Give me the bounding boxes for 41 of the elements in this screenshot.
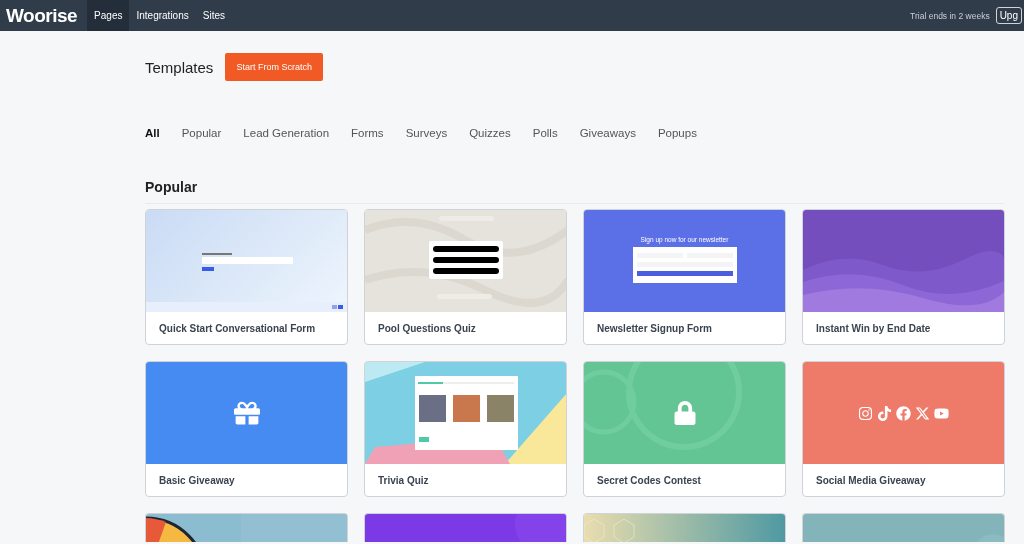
tiktok-icon bbox=[877, 405, 892, 421]
lock-icon bbox=[672, 401, 697, 425]
template-title: Quick Start Conversational Form bbox=[158, 321, 317, 336]
nav-link[interactable]: Pages bbox=[87, 0, 130, 31]
category-tab[interactable]: Popular bbox=[181, 127, 222, 139]
template-title: Pool Questions Quiz bbox=[377, 321, 477, 336]
template-title: Secret Codes Contest bbox=[596, 473, 702, 488]
category-tab[interactable]: Forms bbox=[351, 127, 384, 139]
template-title: Newsletter Signup Form bbox=[596, 321, 713, 336]
category-tab[interactable]: Lead Generation bbox=[243, 127, 330, 139]
category-tab[interactable]: Giveaways bbox=[579, 127, 636, 139]
template-card[interactable] bbox=[364, 513, 567, 542]
template-card[interactable]: Trivia Quiz bbox=[364, 361, 567, 497]
template-title: Instant Win by End Date bbox=[815, 321, 932, 336]
page-title: Templates bbox=[145, 58, 214, 76]
template-card[interactable]: Pool Questions Quiz bbox=[364, 209, 567, 345]
category-tab[interactable]: Popups bbox=[657, 127, 697, 139]
category-tab[interactable]: Polls bbox=[532, 127, 558, 139]
logo[interactable]: Woorise bbox=[0, 0, 88, 31]
template-title: Social Media Giveaway bbox=[815, 473, 927, 488]
instagram-icon bbox=[858, 405, 873, 421]
template-title: Trivia Quiz bbox=[377, 473, 430, 488]
template-card[interactable]: Secret Codes Contest bbox=[583, 361, 786, 497]
template-title: Basic Giveaway bbox=[158, 473, 236, 488]
section-title: Popular bbox=[145, 179, 1004, 204]
gift-icon bbox=[233, 400, 260, 426]
hexagon-pattern bbox=[584, 518, 635, 542]
nav-link[interactable]: Integrations bbox=[129, 0, 196, 31]
template-card[interactable] bbox=[145, 513, 348, 542]
template-card[interactable]: Basic Giveaway bbox=[145, 361, 348, 497]
template-card[interactable]: Quick Start Conversational Form bbox=[145, 209, 348, 345]
trial-notice: Trial ends in 2 weeks bbox=[910, 9, 990, 23]
category-tab[interactable]: Quizzes bbox=[469, 127, 511, 139]
facebook-icon bbox=[896, 405, 911, 421]
category-tab[interactable]: All bbox=[145, 127, 160, 139]
upgrade-button[interactable]: Upg bbox=[995, 7, 1022, 24]
x-icon bbox=[915, 405, 930, 421]
nav-link[interactable]: Sites bbox=[195, 0, 232, 31]
category-tab[interactable]: Surveys bbox=[405, 127, 448, 139]
template-card[interactable]: Social Media Giveaway bbox=[802, 361, 1005, 497]
template-card[interactable]: Instant Win by End Date bbox=[802, 209, 1005, 345]
